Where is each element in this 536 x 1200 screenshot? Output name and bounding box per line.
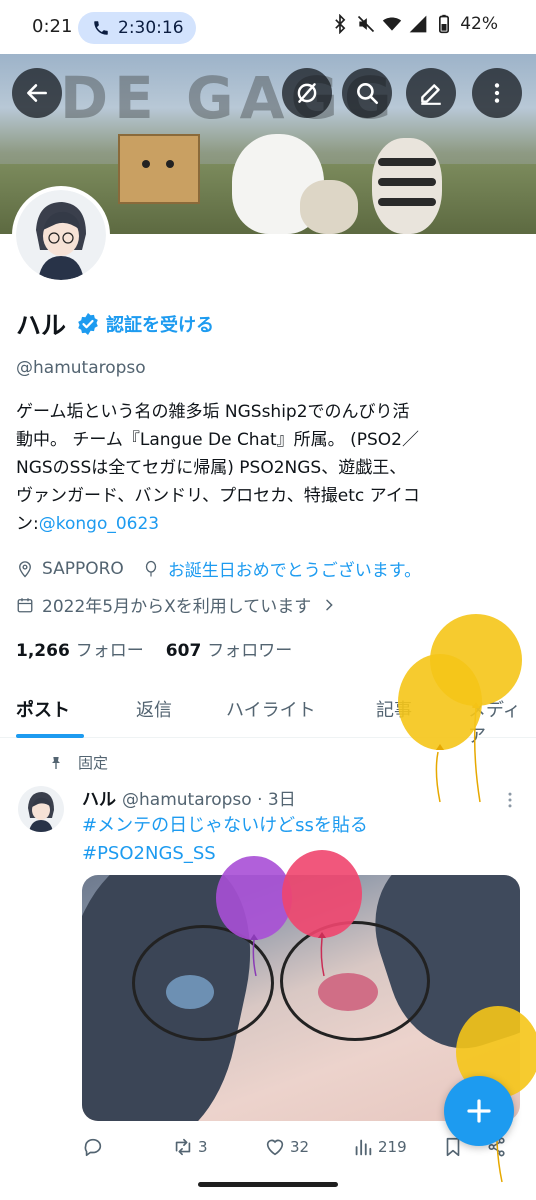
balloon-icon — [216, 850, 362, 977]
compose-plus-icon — [467, 1099, 491, 1123]
chevron-right-icon — [326, 599, 333, 610]
profile-name: ハル — [16, 311, 67, 340]
status-bar: 0:21 2:30:16 42% — [0, 0, 536, 54]
post-avatar-art — [28, 792, 54, 832]
verified-badge-icon — [78, 313, 98, 335]
location-text: SAPPORO — [42, 558, 124, 579]
profile-meta-row: SAPPORO お誕生日おめでとうございます。 — [16, 556, 439, 581]
birthday-text: お誕生日おめでとうございます。 — [167, 561, 422, 581]
back-arrow-icon — [27, 84, 47, 102]
following-label: フォロー — [75, 641, 144, 661]
battery-icon — [439, 14, 450, 34]
profile-handle: @hamutaropso — [16, 358, 146, 378]
signal-icon — [409, 15, 427, 33]
reply-icon — [84, 1138, 102, 1157]
retweet-icon — [175, 1138, 191, 1156]
followers-count: 607 — [165, 641, 202, 661]
ongoing-call-chip[interactable]: 2:30:16 — [78, 12, 196, 44]
grok-button[interactable] — [282, 68, 332, 118]
like-button[interactable]: 32 — [264, 1136, 309, 1158]
post-author-name[interactable]: ハル — [82, 785, 116, 810]
profile-bio: ゲーム垢という名の雑多垢 NGSship2でのんびり活 動中。 チーム『Lang… — [16, 398, 526, 538]
home-gesture-bar[interactable] — [198, 1182, 338, 1187]
system-icons: 42% — [330, 14, 498, 34]
back-button[interactable] — [12, 68, 62, 118]
tab-replies[interactable]: 返信 — [136, 696, 172, 722]
reply-button[interactable] — [82, 1136, 108, 1158]
get-verified-link[interactable]: 認証を受ける — [106, 311, 214, 337]
search-button[interactable] — [342, 68, 392, 118]
retweet-count: 3 — [198, 1138, 208, 1156]
post-author-avatar[interactable] — [18, 786, 64, 832]
balloon-icon — [145, 560, 156, 576]
bio-mention-link[interactable]: @kongo_0623 — [39, 514, 159, 534]
post-header: ハル @hamutaropso · 3日 — [82, 785, 296, 810]
bio-line: ヴァンガード、バンドリ、プロセカ、特撮etc アイコ — [16, 486, 420, 506]
battery-percent: 42% — [460, 14, 498, 34]
more-options-button[interactable] — [472, 68, 522, 118]
status-time: 0:21 — [32, 16, 73, 37]
calendar-icon — [17, 597, 33, 612]
tab-posts[interactable]: ポスト — [16, 696, 70, 722]
like-icon — [266, 1139, 284, 1156]
views-count: 219 — [378, 1138, 407, 1156]
banner-striped-character — [372, 138, 442, 234]
retweet-button[interactable]: 3 — [172, 1136, 208, 1158]
location-icon — [19, 560, 31, 577]
profile-location: SAPPORO — [16, 559, 124, 579]
like-count: 32 — [290, 1138, 310, 1156]
profile-joined[interactable]: 2022年5月からXを利用しています — [16, 592, 345, 617]
banner-box-character — [118, 134, 200, 204]
grok-icon — [297, 83, 317, 103]
active-tab-indicator — [16, 734, 84, 738]
pinned-label: 固定 — [78, 754, 109, 772]
more-vertical-icon — [494, 83, 500, 103]
followers-label: フォロワー — [207, 641, 293, 661]
followers-link[interactable]: 607 フォロワー — [166, 636, 293, 661]
hashtag-link[interactable]: #メンテの日じゃないけどssを貼る — [82, 812, 368, 840]
bio-line: NGSのSSは全てセガに帰属) PSO2NGS、遊戯王、 — [16, 458, 407, 478]
bio-line: ゲーム垢という名の雑多垢 NGSship2でのんびり活 — [16, 402, 410, 422]
tab-highlights[interactable]: ハイライト — [226, 696, 316, 722]
bio-line-prefix: ン: — [16, 514, 39, 534]
views-button[interactable]: 219 — [352, 1136, 407, 1158]
compose-button[interactable] — [444, 1076, 514, 1146]
bio-line: 動中。 チーム『Langue De Chat』所属。 (PSO2／ — [16, 430, 419, 450]
pinned-indicator: 固定 — [48, 752, 108, 773]
balloon-icon — [398, 614, 522, 803]
following-link[interactable]: 1,266 フォロー — [16, 636, 144, 661]
avatar-character-art — [36, 202, 86, 280]
profile-birthday[interactable]: お誕生日おめでとうございます。 — [142, 556, 421, 581]
joined-text: 2022年5月からXを利用しています — [42, 597, 312, 617]
edit-button[interactable] — [406, 68, 456, 118]
views-icon — [355, 1139, 372, 1156]
search-icon — [357, 83, 379, 105]
profile-name-row: ハル 認証を受ける — [16, 306, 214, 342]
banner-cat-character — [300, 180, 358, 234]
mute-icon — [358, 15, 375, 33]
call-timer: 2:30:16 — [118, 18, 184, 38]
pen-icon — [421, 84, 441, 105]
post-handle-time: @hamutaropso · 3日 — [122, 790, 296, 810]
wifi-icon — [383, 17, 402, 31]
pin-icon — [52, 756, 60, 769]
follow-stats: 1,266 フォロー 607 フォロワー — [16, 636, 314, 661]
following-count: 1,266 — [16, 641, 70, 661]
bio-line: ン:@kongo_0623 — [16, 510, 526, 538]
phone-icon — [94, 21, 108, 35]
bluetooth-icon — [335, 14, 346, 34]
profile-avatar[interactable] — [12, 186, 110, 284]
